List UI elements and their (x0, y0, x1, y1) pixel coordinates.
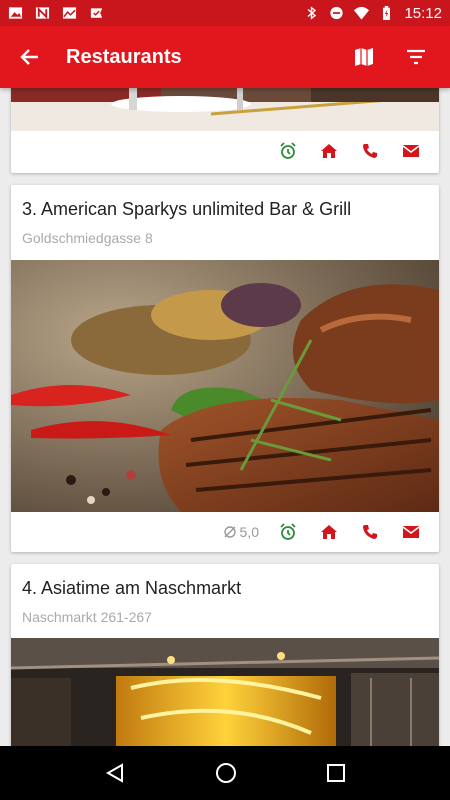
filter-icon (407, 49, 425, 65)
app-bar: Restaurants (0, 26, 450, 88)
status-time: 15:12 (404, 4, 442, 22)
email-button[interactable] (390, 131, 431, 171)
battery-icon (383, 6, 391, 20)
page-title: Restaurants (66, 45, 182, 68)
call-button[interactable] (349, 512, 390, 552)
back-icon[interactable] (104, 762, 126, 784)
check-icon (90, 8, 103, 18)
restaurant-card[interactable]: 3. American Sparkys unlimited Bar & Gril… (11, 185, 439, 552)
restaurant-address: Naschmarkt 261-267 (22, 609, 152, 625)
recents-icon[interactable] (326, 763, 346, 783)
filter-button[interactable] (390, 26, 442, 88)
action-row: 5,0 (11, 512, 439, 552)
alarm-icon (279, 142, 296, 159)
restaurant-card[interactable] (11, 88, 439, 173)
system-nav-bar (0, 746, 450, 800)
back-button[interactable] (0, 26, 60, 88)
restaurant-list[interactable]: 3. American Sparkys unlimited Bar & Gril… (0, 88, 450, 746)
restaurant-photo (11, 88, 439, 131)
restaurant-address: Goldschmiedgasse 8 (22, 230, 153, 246)
opening-hours-button[interactable] (267, 512, 308, 552)
action-row (11, 131, 439, 171)
restaurant-name: 4. Asiatime am Naschmarkt (22, 578, 242, 598)
wifi-icon (354, 6, 370, 20)
website-button[interactable] (308, 512, 349, 552)
restaurant-photo (11, 260, 439, 512)
call-button[interactable] (349, 131, 390, 171)
phone-icon (362, 525, 377, 539)
status-bar: 15:12 (0, 0, 450, 26)
map-icon (355, 48, 373, 66)
do-not-disturb-icon (330, 6, 344, 20)
home-icon[interactable] (215, 762, 237, 784)
alarm-icon (279, 523, 296, 540)
arrow-back-icon (20, 49, 38, 65)
phone-icon (362, 144, 377, 158)
rating-value: 5,0 (239, 524, 259, 540)
website-button[interactable] (308, 131, 349, 171)
chart-icon (62, 7, 77, 19)
rating: 5,0 (223, 524, 259, 540)
opening-hours-button[interactable] (267, 131, 308, 171)
news-icon (35, 6, 50, 20)
bluetooth-icon (307, 6, 317, 20)
restaurant-card[interactable]: 4. Asiatime am Naschmarkt Naschmarkt 261… (11, 564, 439, 746)
home-icon (320, 144, 337, 158)
empty-set-icon (223, 526, 236, 538)
email-button[interactable] (390, 512, 431, 552)
restaurant-photo (11, 638, 439, 746)
image-icon (8, 7, 23, 19)
mail-icon (402, 145, 419, 157)
restaurant-name: 3. American Sparkys unlimited Bar & Gril… (22, 199, 352, 219)
mail-icon (402, 526, 419, 538)
map-button[interactable] (338, 26, 390, 88)
home-icon (320, 525, 337, 539)
